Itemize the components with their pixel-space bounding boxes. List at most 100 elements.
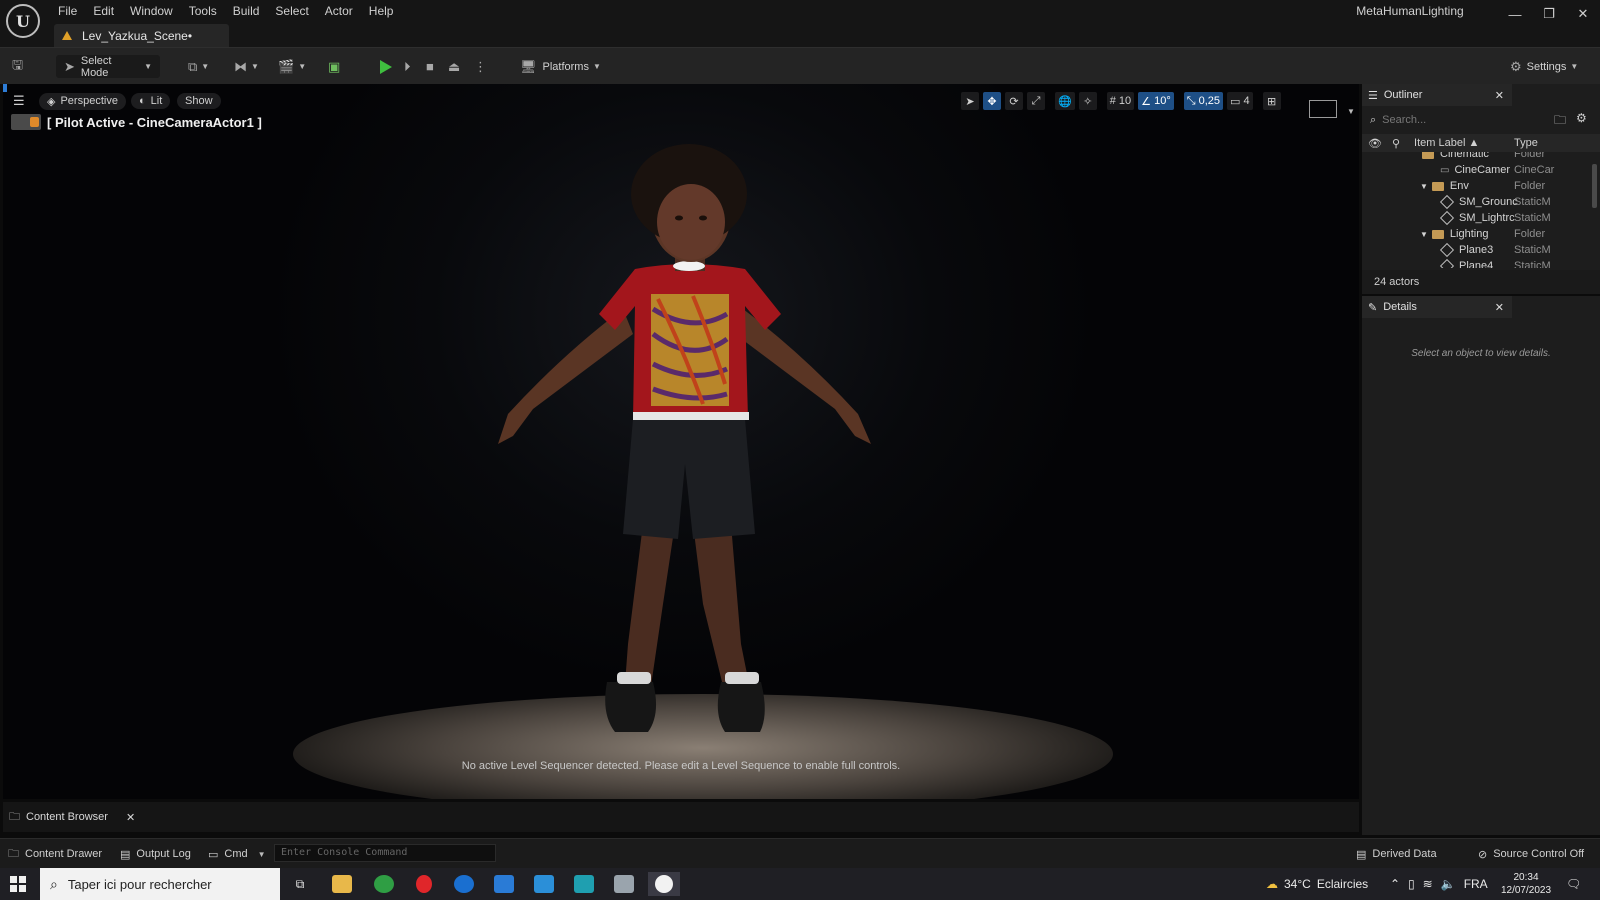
add-folder-icon[interactable]: 🗀: [1554, 111, 1566, 132]
menu-edit[interactable]: Edit: [85, 2, 122, 20]
layout-chevron-icon[interactable]: ▼: [1343, 102, 1355, 120]
content-browser-tab[interactable]: 🗀 Content Browser ✕: [3, 806, 141, 828]
tree-row[interactable]: Plane4 StaticM: [1439, 258, 1551, 268]
volume-icon[interactable]: 🔈: [1441, 877, 1456, 891]
tree-row[interactable]: Cinematic Folder: [1422, 152, 1545, 162]
rotate-tool-icon[interactable]: ⟳: [1005, 92, 1023, 110]
cube-icon: ◈: [47, 95, 56, 108]
chevron-up-icon[interactable]: ⌃: [1390, 877, 1400, 891]
taskbar-search[interactable]: ⌕ Taper ici pour rechercher: [40, 868, 280, 900]
eject-button[interactable]: ⏏: [448, 55, 460, 78]
menu-tools[interactable]: Tools: [181, 2, 225, 20]
settings-dropdown[interactable]: ⚙ Settings ▼: [1510, 55, 1578, 78]
save-icon[interactable]: 🖫: [12, 55, 23, 78]
cinematics-button[interactable]: 🎬 ▼: [278, 55, 306, 78]
perspective-dropdown[interactable]: ◈ Perspective: [39, 92, 126, 110]
select-mode-dropdown[interactable]: ➤ Select Mode ▼: [56, 55, 160, 79]
menu-select[interactable]: Select: [267, 2, 316, 20]
cmd-dropdown[interactable]: ▭ Cmd ▼: [208, 845, 266, 863]
close-icon[interactable]: ✕: [1495, 89, 1504, 102]
show-dropdown[interactable]: Show: [177, 92, 221, 110]
source-control-button[interactable]: ⊘ Source Control Off: [1478, 845, 1584, 863]
close-icon[interactable]: ✕: [1495, 301, 1504, 314]
outliner-scrollbar[interactable]: [1592, 164, 1597, 208]
window-app-icon[interactable]: [608, 872, 640, 896]
restore-icon[interactable]: ❐: [1532, 0, 1566, 28]
scale-icon: ⤡: [1186, 94, 1196, 107]
surface-snap-icon[interactable]: ✧: [1078, 92, 1097, 110]
opera-icon[interactable]: [408, 872, 440, 896]
tree-row[interactable]: SM_Lightrc StaticM: [1439, 210, 1551, 226]
system-tray: ⌃ ▯ ≋ 🔈 FRA: [1390, 868, 1488, 900]
platforms-dropdown[interactable]: 🖥 Platforms ▼: [520, 55, 601, 78]
select-tool-icon[interactable]: ➤: [961, 92, 979, 110]
metahuman-app-icon[interactable]: [528, 872, 560, 896]
tree-row[interactable]: Plane3 StaticM: [1439, 242, 1551, 258]
menu-help[interactable]: Help: [361, 2, 402, 20]
scale-snap-toggle[interactable]: ⤡ 0,25: [1183, 92, 1224, 110]
level-tab[interactable]: Lev_Yazkua_Scene•: [54, 24, 229, 47]
type-column[interactable]: Type: [1514, 137, 1538, 149]
tree-row[interactable]: SM_Grounc StaticM: [1439, 194, 1551, 210]
translate-tool-icon[interactable]: ✥: [983, 92, 1001, 110]
notification-icon[interactable]: 🗨: [1566, 868, 1581, 900]
content-drawer-button[interactable]: 🗀 Content Drawer: [8, 845, 102, 863]
tree-row[interactable]: ▼ Env Folder: [1420, 178, 1545, 194]
menu-build[interactable]: Build: [225, 2, 268, 20]
derived-data-button[interactable]: ▤ Derived Data: [1356, 845, 1437, 863]
menu-actor[interactable]: Actor: [317, 2, 361, 20]
menu-file[interactable]: File: [50, 2, 85, 20]
wifi-icon[interactable]: ≋: [1423, 877, 1433, 891]
ccleaner-icon[interactable]: [448, 872, 480, 896]
maximize-viewport-icon[interactable]: ⊞: [1262, 92, 1281, 110]
close-icon[interactable]: ✕: [126, 811, 135, 824]
clock[interactable]: 20:34 12/07/2023: [1498, 871, 1554, 897]
weather-widget[interactable]: ☁ 34°C Eclaircies: [1266, 868, 1368, 900]
outliner-icon: ☰: [1368, 89, 1378, 102]
outliner-search[interactable]: ⌕ Search...: [1370, 112, 1546, 128]
blueprint-button[interactable]: ⧓ ▼: [234, 55, 259, 78]
close-icon[interactable]: ✕: [1566, 0, 1600, 28]
grid-snap-toggle[interactable]: # 10: [1106, 92, 1135, 110]
tree-row[interactable]: ▭ CineCamer CineCar: [1440, 162, 1554, 178]
details-tab[interactable]: ✎ Details ✕: [1362, 296, 1512, 318]
play-options-button[interactable]: ⋮: [474, 55, 487, 78]
chrome-icon[interactable]: [368, 872, 400, 896]
gear-icon[interactable]: ⚙: [1576, 111, 1587, 125]
advance-frame-button[interactable]: ⏵: [404, 55, 411, 78]
add-cube-icon: ⧉: [188, 58, 198, 74]
language-indicator[interactable]: FRA: [1464, 877, 1488, 891]
viewport-layout-icon[interactable]: [1309, 100, 1337, 118]
item-label-column[interactable]: Item Label ▲: [1414, 137, 1479, 149]
output-log-button[interactable]: ▤ Output Log: [120, 845, 191, 863]
store-icon[interactable]: [488, 872, 520, 896]
play-button[interactable]: [380, 55, 392, 78]
view-mode-dropdown[interactable]: ◐ Lit: [131, 92, 171, 110]
console-input[interactable]: Enter Console Command: [274, 844, 496, 862]
world-space-icon[interactable]: 🌐: [1055, 92, 1075, 110]
task-view-icon[interactable]: ⧉: [284, 872, 316, 896]
battery-icon[interactable]: ▯: [1408, 877, 1415, 891]
minimize-icon[interactable]: —: [1498, 0, 1532, 28]
scale-tool-icon[interactable]: ⤢: [1027, 92, 1045, 110]
viewport-options-button[interactable]: ☰: [13, 92, 25, 110]
visibility-eye-icon[interactable]: 👁: [1368, 137, 1382, 150]
level-viewport[interactable]: ☰ ◈ Perspective ◐ Lit Show [ Pilot Active …: [3, 84, 1359, 799]
stop-button[interactable]: ■: [426, 55, 434, 78]
camera-speed-button[interactable]: ▭ 4: [1227, 92, 1253, 110]
pilot-indicator[interactable]: [ Pilot Active - CineCameraActor1 ]: [11, 114, 262, 130]
menu-window[interactable]: Window: [122, 2, 181, 20]
windows-start-icon[interactable]: [10, 876, 26, 892]
outliner-tab[interactable]: ☰ Outliner ✕: [1362, 84, 1512, 106]
metahuman-creator-icon[interactable]: [568, 872, 600, 896]
rotation-snap-toggle[interactable]: ∠ 10°: [1138, 92, 1174, 110]
add-actor-button[interactable]: ⧉ ▼: [188, 55, 209, 78]
file-explorer-icon[interactable]: [326, 872, 358, 896]
terminal-icon: ▭: [208, 848, 219, 861]
unreal-engine-taskbar-icon[interactable]: [648, 872, 680, 896]
unreal-logo-icon[interactable]: U: [6, 4, 40, 38]
tree-row[interactable]: ▼ Lighting Folder: [1420, 226, 1545, 242]
game-mode-button[interactable]: ▣: [328, 55, 340, 78]
pin-icon[interactable]: ⚲: [1392, 137, 1400, 150]
cursor-icon: ➤: [64, 58, 75, 74]
